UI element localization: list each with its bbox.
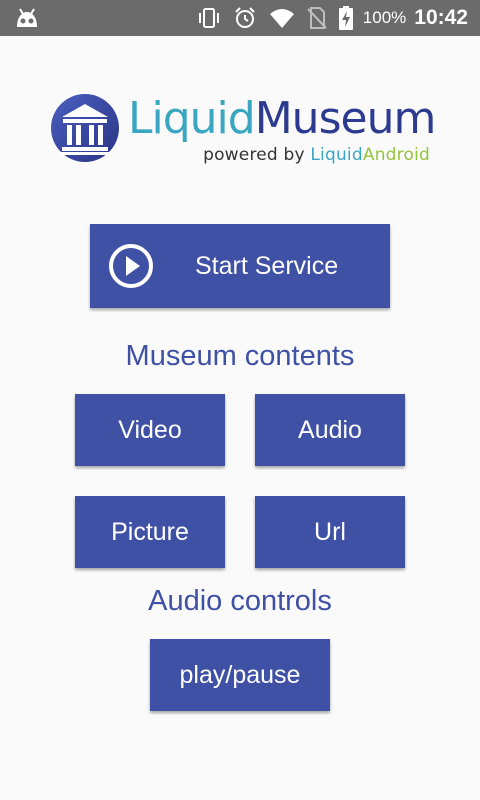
museum-contents-heading: Museum contents xyxy=(125,340,355,372)
start-service-label: Start Service xyxy=(195,252,339,280)
app-logo: LiquidMuseum powered by LiquidAndroid xyxy=(46,90,436,170)
museum-building-icon xyxy=(51,94,119,162)
clock: 10:42 xyxy=(414,6,468,29)
play-circle-icon xyxy=(109,244,153,288)
start-service-button[interactable]: Start Service xyxy=(90,224,390,308)
logo-title-museum: Museum xyxy=(254,93,437,144)
wifi-icon xyxy=(269,9,294,28)
no-sim-icon xyxy=(307,7,327,29)
audio-controls-heading: Audio controls xyxy=(148,585,332,617)
logo-subtitle-liquid: Liquid xyxy=(310,145,363,165)
battery-percent: 100% xyxy=(362,8,407,27)
logo-subtitle-prefix: powered by xyxy=(203,145,311,165)
play-pause-button[interactable]: play/pause xyxy=(150,639,330,711)
logo-subtitle-android: Android xyxy=(362,145,430,165)
alarm-icon xyxy=(235,7,255,28)
logo-title-liquid: Liquid xyxy=(128,93,256,144)
vibrate-icon xyxy=(198,8,219,28)
video-button[interactable]: Video xyxy=(75,394,225,466)
url-button[interactable]: Url xyxy=(255,496,405,568)
status-bar: 100% 10:42 xyxy=(0,0,480,36)
android-debug-icon xyxy=(17,8,37,27)
logo-subtitle: powered by LiquidAndroid xyxy=(203,145,430,165)
audio-button[interactable]: Audio xyxy=(255,394,405,466)
picture-button[interactable]: Picture xyxy=(75,496,225,568)
logo-title: LiquidMuseum xyxy=(128,93,437,144)
battery-charging-icon xyxy=(338,6,353,30)
